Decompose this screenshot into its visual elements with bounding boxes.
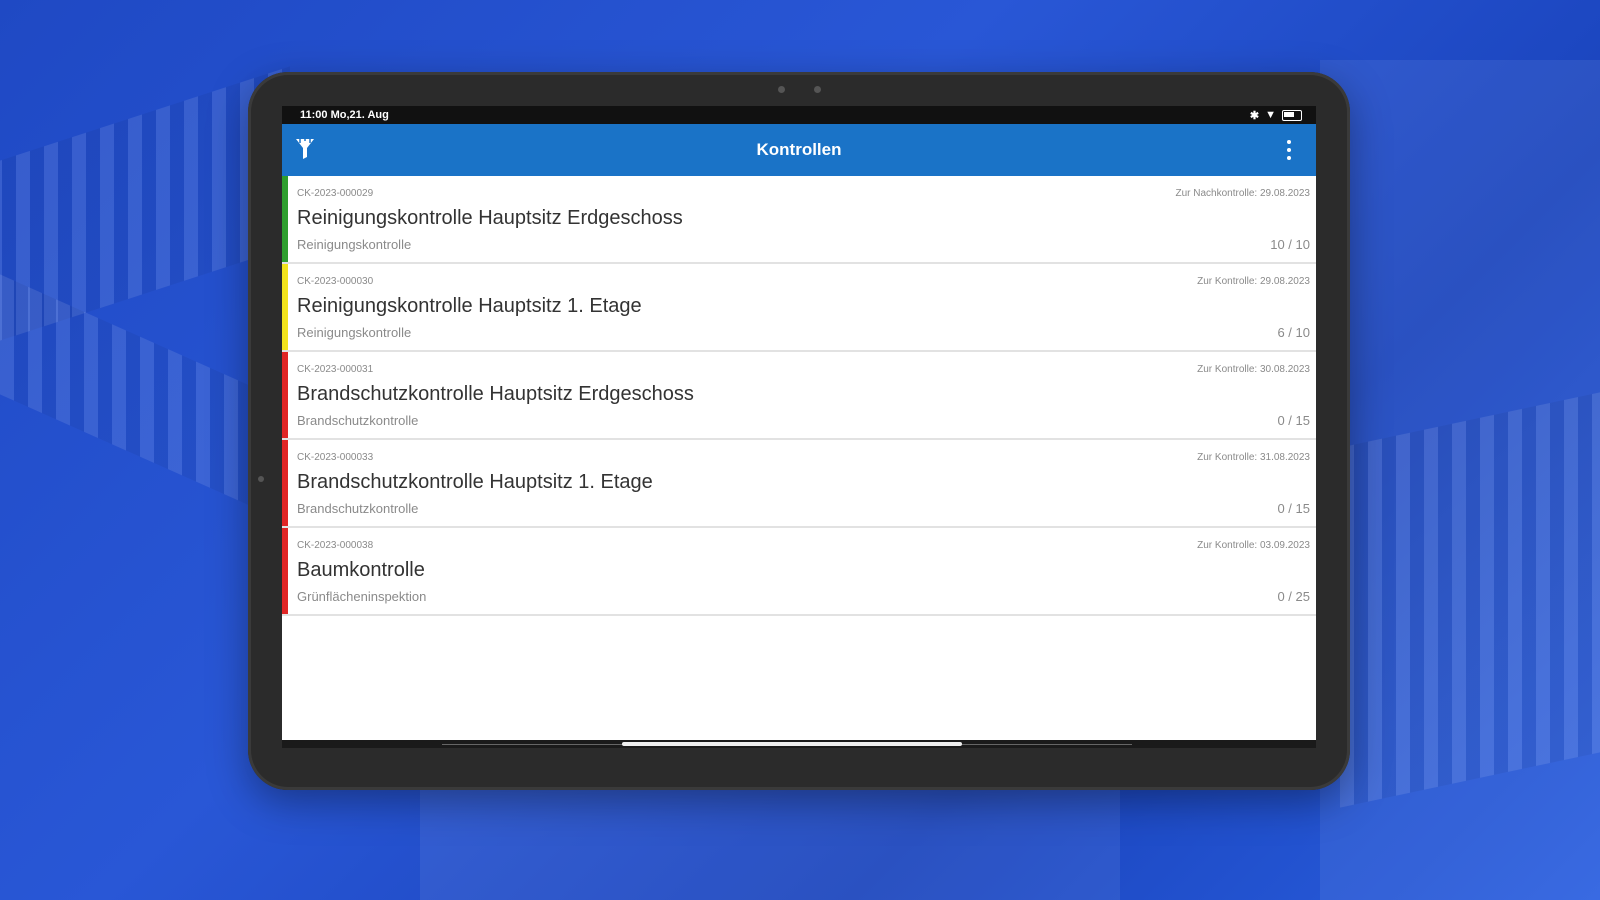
background-building-bottom [420,790,1120,900]
item-due-date: Zur Kontrolle: 30.08.2023 [1197,364,1310,375]
status-time-date: 11:00 Mo,21. Aug [300,109,389,121]
item-code: CK-2023-000033 [297,452,374,463]
item-type: Reinigungskontrolle [297,237,412,252]
item-title: Reinigungskontrolle Hauptsitz 1. Etage [297,295,642,317]
item-title: Brandschutzkontrolle Hauptsitz 1. Etage [297,471,653,493]
item-progress: 0 / 25 [1277,589,1310,604]
item-type: Grünflächeninspektion [297,589,427,604]
sensor-dot [814,86,821,93]
status-color-bar [282,440,288,526]
battery-icon [1282,109,1302,121]
item-due-date: Zur Nachkontrolle: 29.08.2023 [1175,188,1310,199]
status-bar: 11:00 Mo,21. Aug ✱ ▼ [282,106,1316,124]
more-vert-icon [1287,140,1291,144]
item-title: Baumkontrolle [297,559,425,581]
status-color-bar [282,528,288,614]
list-item[interactable]: CK-2023-000029 Zur Nachkontrolle: 29.08.… [282,176,1316,264]
item-due-date: Zur Kontrolle: 29.08.2023 [1197,276,1310,287]
item-progress: 0 / 15 [1277,501,1310,516]
item-progress: 10 / 10 [1270,237,1310,252]
item-progress: 6 / 10 [1277,325,1310,340]
item-code: CK-2023-000029 [297,188,374,199]
tablet-screen: 11:00 Mo,21. Aug ✱ ▼ Kontrollen CK-2023-… [282,106,1316,748]
side-sensor-dot [258,476,264,482]
item-progress: 0 / 15 [1277,413,1310,428]
page-title: Kontrollen [756,140,842,159]
list-item[interactable]: CK-2023-000030 Zur Kontrolle: 29.08.2023… [282,264,1316,352]
item-type: Reinigungskontrolle [297,325,412,340]
status-color-bar [282,352,288,438]
item-due-date: Zur Kontrolle: 03.09.2023 [1197,540,1310,551]
item-title: Reinigungskontrolle Hauptsitz Erdgeschos… [297,207,683,229]
item-title: Brandschutzkontrolle Hauptsitz Erdgescho… [297,383,694,405]
control-list: CK-2023-000029 Zur Nachkontrolle: 29.08.… [282,176,1316,616]
background-building-left-lower [0,274,250,506]
tablet-frame: 11:00 Mo,21. Aug ✱ ▼ Kontrollen CK-2023-… [248,72,1350,790]
app-bar: Kontrollen [282,124,1316,176]
item-code: CK-2023-000038 [297,540,374,551]
status-color-bar [282,176,288,262]
bluetooth-icon: ✱ [1249,109,1260,122]
item-type: Brandschutzkontrolle [297,413,419,428]
filter-button[interactable] [294,137,320,163]
system-nav-bar [282,740,1316,748]
filter-icon [296,139,314,159]
wifi-icon: ▼ [1265,109,1276,121]
status-icons: ✱ ▼ [1250,109,1302,122]
list-item[interactable]: CK-2023-000033 Zur Kontrolle: 31.08.2023… [282,440,1316,528]
item-type: Brandschutzkontrolle [297,501,419,516]
camera-dot [778,86,785,93]
status-color-bar [282,264,288,350]
item-code: CK-2023-000031 [297,364,374,375]
item-code: CK-2023-000030 [297,276,374,287]
background-building-right-grid [1340,392,1600,808]
list-item[interactable]: CK-2023-000038 Zur Kontrolle: 03.09.2023… [282,528,1316,616]
home-gesture-handle[interactable] [622,742,962,746]
more-menu-button[interactable] [1284,137,1294,163]
item-due-date: Zur Kontrolle: 31.08.2023 [1197,452,1310,463]
list-item[interactable]: CK-2023-000031 Zur Kontrolle: 30.08.2023… [282,352,1316,440]
